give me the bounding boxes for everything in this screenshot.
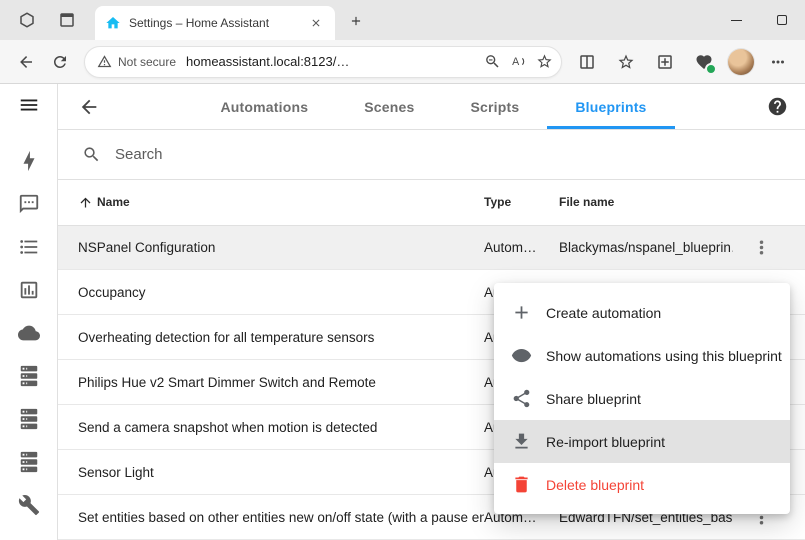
column-header-file[interactable]: File name — [559, 195, 733, 209]
workspaces-icon[interactable] — [14, 7, 40, 33]
blueprint-name: Occupancy — [78, 285, 484, 300]
menu-item-label: Show automations using this blueprint — [546, 348, 782, 364]
import-download-icon — [510, 431, 532, 453]
tab-scripts[interactable]: Scripts — [442, 84, 547, 129]
column-header-type[interactable]: Type — [484, 195, 559, 209]
collections-icon[interactable] — [650, 46, 680, 78]
dashboard-stack-icon-a[interactable] — [0, 354, 58, 397]
blueprint-type: Autom… — [484, 240, 559, 255]
browser-menu-icon[interactable] — [763, 46, 793, 78]
ha-toolbar: Automations Scenes Scripts Blueprints — [58, 84, 805, 130]
window-controls — [713, 0, 805, 40]
svg-text:A: A — [512, 56, 520, 68]
menu-item-show-automations[interactable]: Show automations using this blueprint — [494, 334, 790, 377]
menu-item-label: Delete blueprint — [546, 477, 644, 493]
home-assistant-favicon — [105, 15, 121, 31]
browser-essentials-icon[interactable] — [689, 46, 719, 78]
energy-icon[interactable] — [0, 139, 58, 182]
table-header: Name Type File name — [58, 180, 805, 226]
menu-item-share-blueprint[interactable]: Share blueprint — [494, 377, 790, 420]
tab-title: Settings – Home Assistant — [129, 16, 299, 30]
share-icon — [510, 388, 532, 410]
table-row[interactable]: NSPanel Configuration Autom… Blackymas/n… — [58, 226, 805, 271]
sidebar-menu-toggle[interactable] — [0, 84, 58, 126]
blueprint-name: Sensor Light — [78, 465, 484, 480]
menu-item-label: Share blueprint — [546, 391, 641, 407]
blueprint-name: Overheating detection for all temperatur… — [78, 330, 484, 345]
address-bar[interactable]: Not secure homeassistant.local:8123/… A — [84, 46, 562, 78]
read-aloud-icon[interactable]: A — [505, 49, 531, 75]
url-text: homeassistant.local:8123/… — [186, 54, 479, 69]
tab-actions-icon[interactable] — [54, 7, 80, 33]
browser-navbar: Not secure homeassistant.local:8123/… A — [0, 40, 805, 84]
menu-item-label: Create automation — [546, 305, 661, 321]
zoom-out-icon[interactable] — [479, 49, 505, 75]
row-overflow-menu-icon[interactable] — [733, 237, 789, 258]
window-maximize-button[interactable] — [759, 0, 805, 40]
back-button[interactable] — [10, 46, 42, 78]
blueprint-name: NSPanel Configuration — [78, 240, 484, 255]
plus-icon — [510, 302, 532, 324]
menu-item-create-automation[interactable]: Create automation — [494, 291, 790, 334]
browser-titlebar: Settings – Home Assistant — [0, 0, 805, 40]
ha-back-button[interactable] — [66, 84, 112, 130]
settings-tabs: Automations Scenes Scripts Blueprints — [112, 84, 755, 129]
eye-icon — [510, 345, 532, 367]
split-screen-icon[interactable] — [572, 46, 602, 78]
new-tab-button[interactable] — [343, 8, 369, 34]
tab-scenes[interactable]: Scenes — [336, 84, 442, 129]
ha-sidebar — [0, 84, 58, 540]
blueprint-name: Set entities based on other entities new… — [78, 510, 484, 525]
profile-avatar[interactable] — [728, 49, 754, 75]
browser-tab[interactable]: Settings – Home Assistant — [95, 6, 335, 40]
favorites-icon[interactable] — [611, 46, 641, 78]
menu-item-delete-blueprint[interactable]: Delete blueprint — [494, 463, 790, 506]
sort-ascending-icon — [78, 195, 93, 210]
dashboard-stack-icon-b[interactable] — [0, 397, 58, 440]
tab-close-icon[interactable] — [307, 14, 325, 32]
menu-item-label: Re-import blueprint — [546, 434, 665, 450]
security-indicator[interactable]: Not secure — [97, 54, 176, 69]
blueprint-name: Send a camera snapshot when motion is de… — [78, 420, 484, 435]
logbook-icon[interactable] — [0, 225, 58, 268]
dashboard-stack-icon-c[interactable] — [0, 440, 58, 483]
menu-item-reimport-blueprint[interactable]: Re-import blueprint — [494, 420, 790, 463]
history-chart-icon[interactable] — [0, 268, 58, 311]
search-icon — [82, 145, 101, 164]
window-minimize-button[interactable] — [713, 0, 759, 40]
assist-icon[interactable] — [0, 182, 58, 225]
navbar-right-group — [572, 46, 793, 78]
help-icon[interactable] — [755, 84, 799, 130]
security-label: Not secure — [118, 55, 176, 69]
blueprint-file: Blackymas/nspanel_blueprin… — [559, 240, 733, 255]
tab-blueprints[interactable]: Blueprints — [547, 84, 674, 129]
cloud-icon[interactable] — [0, 311, 58, 354]
not-secure-warning-icon — [97, 54, 112, 69]
developer-tools-icon[interactable] — [0, 483, 58, 526]
column-header-name[interactable]: Name — [78, 195, 484, 210]
search-bar — [58, 130, 805, 180]
refresh-button[interactable] — [44, 46, 76, 78]
tab-automations[interactable]: Automations — [192, 84, 336, 129]
blueprint-context-menu: Create automation Show automations using… — [494, 283, 790, 514]
add-favorite-star-icon[interactable] — [531, 49, 557, 75]
search-input[interactable] — [115, 146, 781, 163]
trash-icon — [510, 474, 532, 496]
blueprint-name: Philips Hue v2 Smart Dimmer Switch and R… — [78, 375, 484, 390]
